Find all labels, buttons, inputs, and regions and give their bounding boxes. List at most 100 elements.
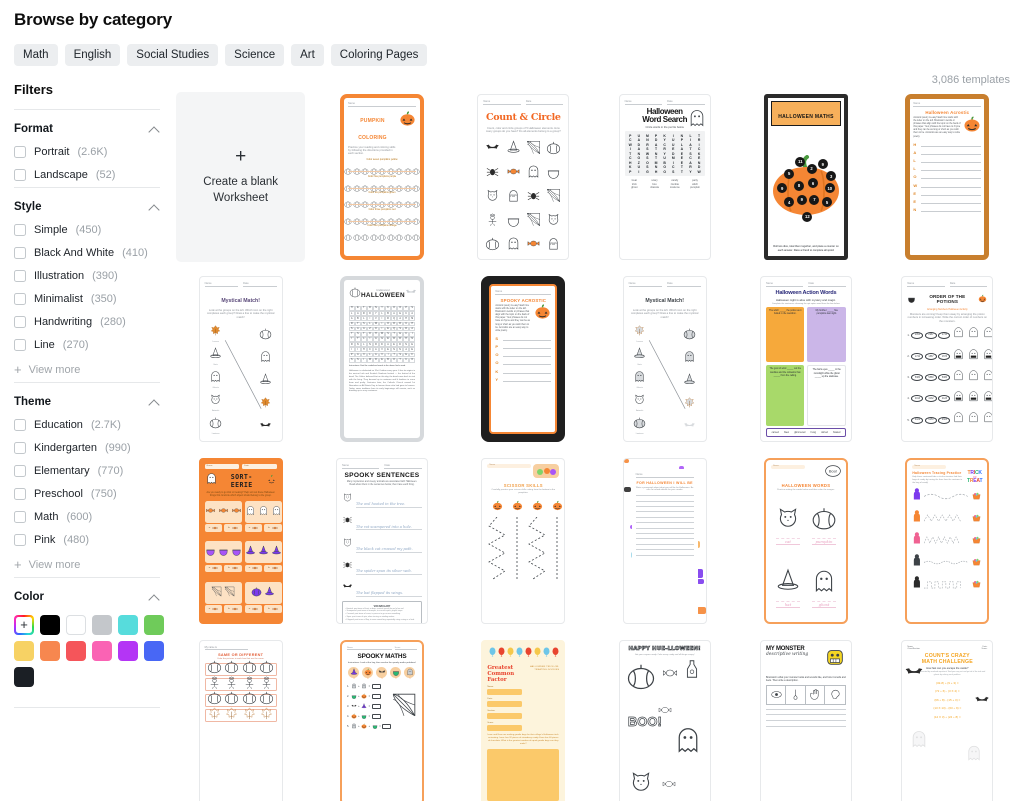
checkbox[interactable]	[14, 169, 26, 181]
answer-blank[interactable]	[371, 704, 381, 709]
filter-option-simple[interactable]: Simple (450)	[14, 224, 160, 236]
form-field[interactable]: Score:	[487, 722, 522, 731]
name-field[interactable]: Name	[912, 465, 947, 469]
answer-area[interactable]	[487, 748, 560, 801]
sort-option[interactable]: a.	[244, 564, 263, 573]
category-chip-social-studies[interactable]: Social Studies	[127, 44, 219, 66]
color-swatch-orange[interactable]	[40, 641, 60, 661]
checkbox[interactable]	[14, 339, 26, 351]
checkbox[interactable]	[14, 247, 26, 259]
compare-row[interactable]	[204, 660, 277, 676]
template-card-counts-crazy-math-challenge[interactable]: Name: Date: Class/Section: Score: COUNT'S …	[882, 638, 1012, 801]
checkbox[interactable]	[14, 224, 26, 236]
view-more-style-button[interactable]: + View more	[14, 363, 160, 376]
color-swatch-red[interactable]	[66, 641, 86, 661]
category-chip-math[interactable]: Math	[14, 44, 58, 66]
template-card-halloween-tracing-practice[interactable]: Name Halloween Tracing Practice Help the…	[882, 456, 1012, 626]
template-card-order-of-the-potions[interactable]: Name Date ORDER OF THE POTIONS Arranging …	[882, 274, 1012, 444]
category-chip-coloring-pages[interactable]: Coloring Pages	[330, 44, 428, 66]
template-card-for-halloween-i-will-be[interactable]: Name FOR HALLOWEEN I WILL BE Write a par…	[599, 456, 730, 626]
sort-option[interactable]: b.	[264, 605, 282, 613]
category-chip-art[interactable]: Art	[291, 44, 324, 66]
template-card-greatest-common-factor[interactable]: Greatest Common Factor HALLOWEEN TRICK-O…	[458, 638, 588, 801]
filter-option-preschool[interactable]: Preschool (750)	[14, 488, 160, 500]
sort-option[interactable]: b.	[264, 564, 282, 573]
template-card-mystical-match-color[interactable]: Name Date Mystical Match! Look at the grou…	[176, 274, 306, 444]
sort-option[interactable]: b.	[224, 605, 242, 613]
color-swatch-dark[interactable]	[14, 667, 34, 687]
template-card-same-or-different[interactable]: My name is SAME OR DIFFERENT Color the p…	[176, 638, 306, 801]
filter-option-education[interactable]: Education (2.7K)	[14, 419, 160, 431]
checkbox[interactable]	[14, 465, 26, 477]
category-chip-science[interactable]: Science	[225, 44, 285, 66]
sort-option[interactable]: b.	[224, 524, 242, 532]
color-swatch-turquoise[interactable]	[118, 615, 138, 635]
template-card-sort-eerie[interactable]: Name Date SORT-EERIE Are you ready to go …	[176, 456, 306, 626]
filter-option-handwriting[interactable]: Handwriting (280)	[14, 316, 160, 328]
color-swatch-yellow[interactable]	[14, 641, 34, 661]
filter-option-elementary[interactable]: Elementary (770)	[14, 465, 160, 477]
create-blank-worksheet-card[interactable]: + Create a blank Worksheet	[176, 92, 306, 262]
answer-blank[interactable]	[371, 714, 381, 719]
template-card-halloween-words[interactable]: Name Boo! HALLOWEEN WORDS Practice writi…	[741, 456, 871, 626]
template-card-count-and-circle[interactable]: Name Date Count & Circle Count, color and …	[458, 92, 588, 262]
category-chip-english[interactable]: English	[64, 44, 121, 66]
checkbox[interactable]	[14, 442, 26, 454]
template-card-my-monster[interactable]: MY MONSTER descriptive writing Brainstor…	[741, 638, 871, 801]
color-swatch-green[interactable]	[144, 615, 164, 635]
template-card-halloween-action-words[interactable]: Name Date Halloween Action Words Halloween…	[741, 274, 871, 444]
sort-option[interactable]: a.	[244, 605, 263, 613]
template-card-halloween-maths[interactable]: HALLOWEEN MATHS 5 11 2 9 3 9 8 6 10 4 9 7 5 12 Roll t…	[741, 92, 871, 262]
sort-option[interactable]: a.	[204, 524, 223, 532]
filter-option-black-and-white[interactable]: Black And White (410)	[14, 247, 160, 259]
template-card-spooky-sentences[interactable]: Name Date SPOOKY SENTENCES Many mysterious…	[317, 456, 447, 626]
filter-group-theme-header[interactable]: Theme	[14, 396, 160, 408]
filter-option-minimalist[interactable]: Minimalist (350)	[14, 293, 160, 305]
checkbox[interactable]	[14, 316, 26, 328]
color-swatch-black[interactable]	[40, 615, 60, 635]
color-swatch-gray[interactable]	[92, 615, 112, 635]
sort-option[interactable]: a.	[204, 605, 223, 613]
sort-option[interactable]: b.	[264, 524, 282, 532]
template-card-mystical-match-bw[interactable]: Name Date Mystical Match! Look at the grou…	[599, 274, 730, 444]
checkbox[interactable]	[14, 146, 26, 158]
filter-option-illustration[interactable]: Illustration (390)	[14, 270, 160, 282]
filter-option-pink[interactable]: Pink (480)	[14, 534, 160, 546]
form-field[interactable]: Section:	[487, 710, 522, 719]
template-card-spooky-acrostic[interactable]: Name SPOOKY ACROSTIC Acrostic poetry is …	[458, 274, 588, 444]
sort-option[interactable]: b.	[224, 564, 242, 573]
checkbox[interactable]	[14, 534, 26, 546]
template-card-spooky-maths[interactable]: Name Score SPOOKY MATHS Instructions: Loo…	[317, 638, 447, 801]
filter-group-style-header[interactable]: Style	[14, 201, 160, 213]
checkbox[interactable]	[14, 511, 26, 523]
color-swatch-purple[interactable]	[118, 641, 138, 661]
filter-option-line[interactable]: Line (270)	[14, 339, 160, 351]
color-swatch-white[interactable]	[66, 615, 86, 635]
name-field[interactable]: Name	[770, 465, 805, 469]
filter-group-format-header[interactable]: Format	[14, 123, 160, 135]
filter-option-portrait[interactable]: Portrait (2.6K)	[14, 146, 160, 158]
template-card-scissor-skills[interactable]: Name SCISSOR SKILLS Carefully practice y…	[458, 456, 588, 626]
form-field[interactable]: Name:	[487, 686, 522, 696]
template-card-halloween-word-search[interactable]: Name Date Halloween Word Search Circle wo…	[599, 92, 730, 262]
checkbox[interactable]	[14, 419, 26, 431]
sort-option[interactable]: a.	[204, 564, 223, 573]
answer-blank[interactable]	[371, 684, 381, 689]
name-field[interactable]: Name	[346, 647, 392, 650]
sort-option[interactable]: a.	[244, 524, 263, 532]
compare-row[interactable]	[204, 692, 277, 707]
name-field[interactable]: Name	[487, 464, 532, 468]
color-swatch-pink[interactable]	[92, 641, 112, 661]
score-field[interactable]: Score	[394, 647, 417, 650]
filter-option-math[interactable]: Math (600)	[14, 511, 160, 523]
answer-blank[interactable]	[382, 724, 392, 729]
template-card-halloween-acrostic[interactable]: Name Halloween Acrostic Acrostic poetry i…	[882, 92, 1012, 262]
compare-row[interactable]	[204, 707, 277, 723]
compare-row[interactable]	[204, 676, 277, 692]
color-swatch-blue[interactable]	[144, 641, 164, 661]
template-card-underwood-halloween[interactable]: Underwood HALLOWEEN HETRNYKOOPSLAROYLBAE…	[317, 274, 447, 444]
view-more-theme-button[interactable]: + View more	[14, 558, 160, 571]
checkbox[interactable]	[14, 293, 26, 305]
name-field[interactable]: My name is	[204, 646, 248, 650]
template-card-pumpkin-coloring[interactable]: Name PUMPKIN COLORING Practice your read…	[317, 92, 447, 262]
